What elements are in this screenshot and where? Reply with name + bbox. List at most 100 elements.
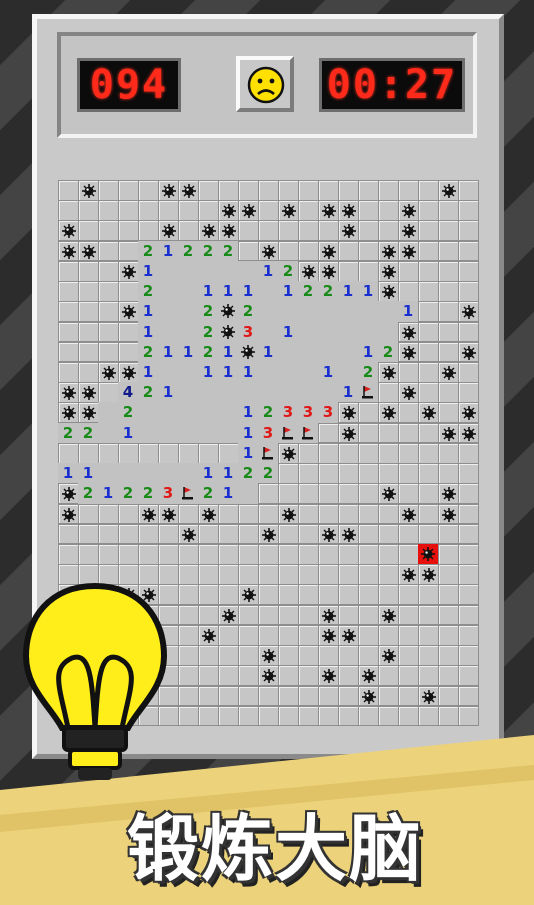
board-cell[interactable]: 1 xyxy=(238,281,259,302)
board-cell[interactable] xyxy=(218,260,239,282)
board-cell[interactable] xyxy=(238,240,259,262)
board-cell[interactable] xyxy=(158,422,179,444)
board-cell[interactable] xyxy=(238,220,259,242)
board-cell[interactable] xyxy=(98,523,119,545)
board-cell[interactable] xyxy=(458,463,479,484)
board-cell[interactable] xyxy=(58,220,79,242)
board-cell[interactable] xyxy=(278,442,299,464)
board-cell[interactable] xyxy=(198,624,219,646)
board-cell[interactable] xyxy=(338,442,359,464)
board-cell[interactable] xyxy=(298,463,319,484)
board-cell[interactable] xyxy=(378,564,399,585)
board-cell[interactable] xyxy=(358,564,379,585)
board-cell[interactable] xyxy=(158,402,179,424)
board-cell[interactable] xyxy=(178,200,199,221)
board-cell[interactable] xyxy=(458,442,479,464)
board-cell[interactable] xyxy=(458,240,479,262)
board-cell[interactable]: 1 xyxy=(58,463,79,484)
board-cell[interactable] xyxy=(158,544,179,565)
board-cell[interactable] xyxy=(98,260,119,282)
board-cell[interactable]: 2 xyxy=(238,301,259,323)
board-cell[interactable]: 4 xyxy=(118,382,139,403)
board-cell[interactable]: 2 xyxy=(78,422,99,444)
board-cell[interactable] xyxy=(438,422,459,444)
board-cell[interactable] xyxy=(258,442,279,464)
board-cell[interactable] xyxy=(78,180,99,201)
board-cell[interactable] xyxy=(358,442,379,464)
board-cell[interactable] xyxy=(298,341,319,363)
board-cell[interactable] xyxy=(418,220,439,242)
board-cell[interactable] xyxy=(318,564,339,585)
board-cell[interactable] xyxy=(118,544,139,565)
board-cell[interactable] xyxy=(198,220,219,242)
board-cell[interactable] xyxy=(338,301,359,323)
board-cell[interactable] xyxy=(258,362,279,383)
board-cell[interactable] xyxy=(338,523,359,545)
board-cell[interactable] xyxy=(258,624,279,646)
board-cell[interactable] xyxy=(318,180,339,201)
board-cell[interactable] xyxy=(98,544,119,565)
board-cell[interactable]: 1 xyxy=(178,341,199,363)
board-cell[interactable] xyxy=(378,685,399,707)
board-cell[interactable] xyxy=(458,321,479,343)
board-cell[interactable] xyxy=(378,422,399,444)
board-cell[interactable] xyxy=(458,564,479,585)
board-cell[interactable] xyxy=(318,665,339,687)
board-cell[interactable] xyxy=(318,624,339,646)
board-cell[interactable] xyxy=(178,685,199,707)
board-cell[interactable] xyxy=(278,240,299,262)
board-cell[interactable] xyxy=(438,665,459,687)
board-cell[interactable] xyxy=(318,544,339,565)
board-cell[interactable] xyxy=(438,685,459,707)
board-cell[interactable] xyxy=(278,624,299,646)
board-cell[interactable] xyxy=(458,483,479,505)
board-cell[interactable]: 3 xyxy=(298,402,319,424)
board-cell[interactable] xyxy=(318,301,339,323)
board-cell[interactable] xyxy=(438,362,459,383)
board-cell[interactable] xyxy=(418,301,439,323)
board-cell[interactable] xyxy=(298,584,319,606)
board-cell[interactable] xyxy=(358,685,379,707)
board-cell[interactable] xyxy=(298,260,319,282)
board-cell[interactable] xyxy=(98,463,119,484)
board-cell[interactable] xyxy=(398,402,419,424)
board-cell[interactable] xyxy=(338,584,359,606)
board-cell[interactable] xyxy=(98,341,119,363)
board-cell[interactable] xyxy=(278,200,299,221)
board-cell[interactable]: 1 xyxy=(318,362,339,383)
board-cell[interactable] xyxy=(298,321,319,343)
board-cell[interactable]: 1 xyxy=(218,463,239,484)
board-cell[interactable] xyxy=(318,483,339,505)
board-cell[interactable] xyxy=(418,442,439,464)
board-cell[interactable] xyxy=(278,463,299,484)
board-cell[interactable] xyxy=(358,402,379,424)
board-cell[interactable] xyxy=(298,422,319,444)
board-cell[interactable] xyxy=(398,685,419,707)
board-cell[interactable] xyxy=(458,200,479,221)
board-cell[interactable] xyxy=(58,503,79,525)
board-cell[interactable] xyxy=(338,483,359,505)
board-cell[interactable] xyxy=(378,240,399,262)
board-cell[interactable] xyxy=(178,463,199,484)
board-cell[interactable] xyxy=(198,544,219,565)
board-cell[interactable]: 2 xyxy=(258,463,279,484)
board-cell[interactable] xyxy=(398,382,419,403)
board-cell[interactable]: 2 xyxy=(118,402,139,424)
board-cell[interactable] xyxy=(398,503,419,525)
board-cell[interactable] xyxy=(358,200,379,221)
board-cell[interactable] xyxy=(418,240,439,262)
board-cell[interactable] xyxy=(78,341,99,363)
board-cell[interactable]: 1 xyxy=(238,362,259,383)
board-cell[interactable] xyxy=(218,321,239,343)
board-cell[interactable] xyxy=(318,260,339,282)
board-cell[interactable] xyxy=(98,402,119,424)
board-cell[interactable]: 1 xyxy=(138,321,159,343)
board-cell[interactable] xyxy=(98,321,119,343)
board-cell[interactable] xyxy=(78,200,99,221)
board-cell[interactable] xyxy=(358,301,379,323)
board-cell[interactable] xyxy=(158,180,179,201)
board-cell[interactable] xyxy=(398,200,419,221)
board-cell[interactable]: 1 xyxy=(198,362,219,383)
board-cell[interactable] xyxy=(78,260,99,282)
board-cell[interactable] xyxy=(418,422,439,444)
